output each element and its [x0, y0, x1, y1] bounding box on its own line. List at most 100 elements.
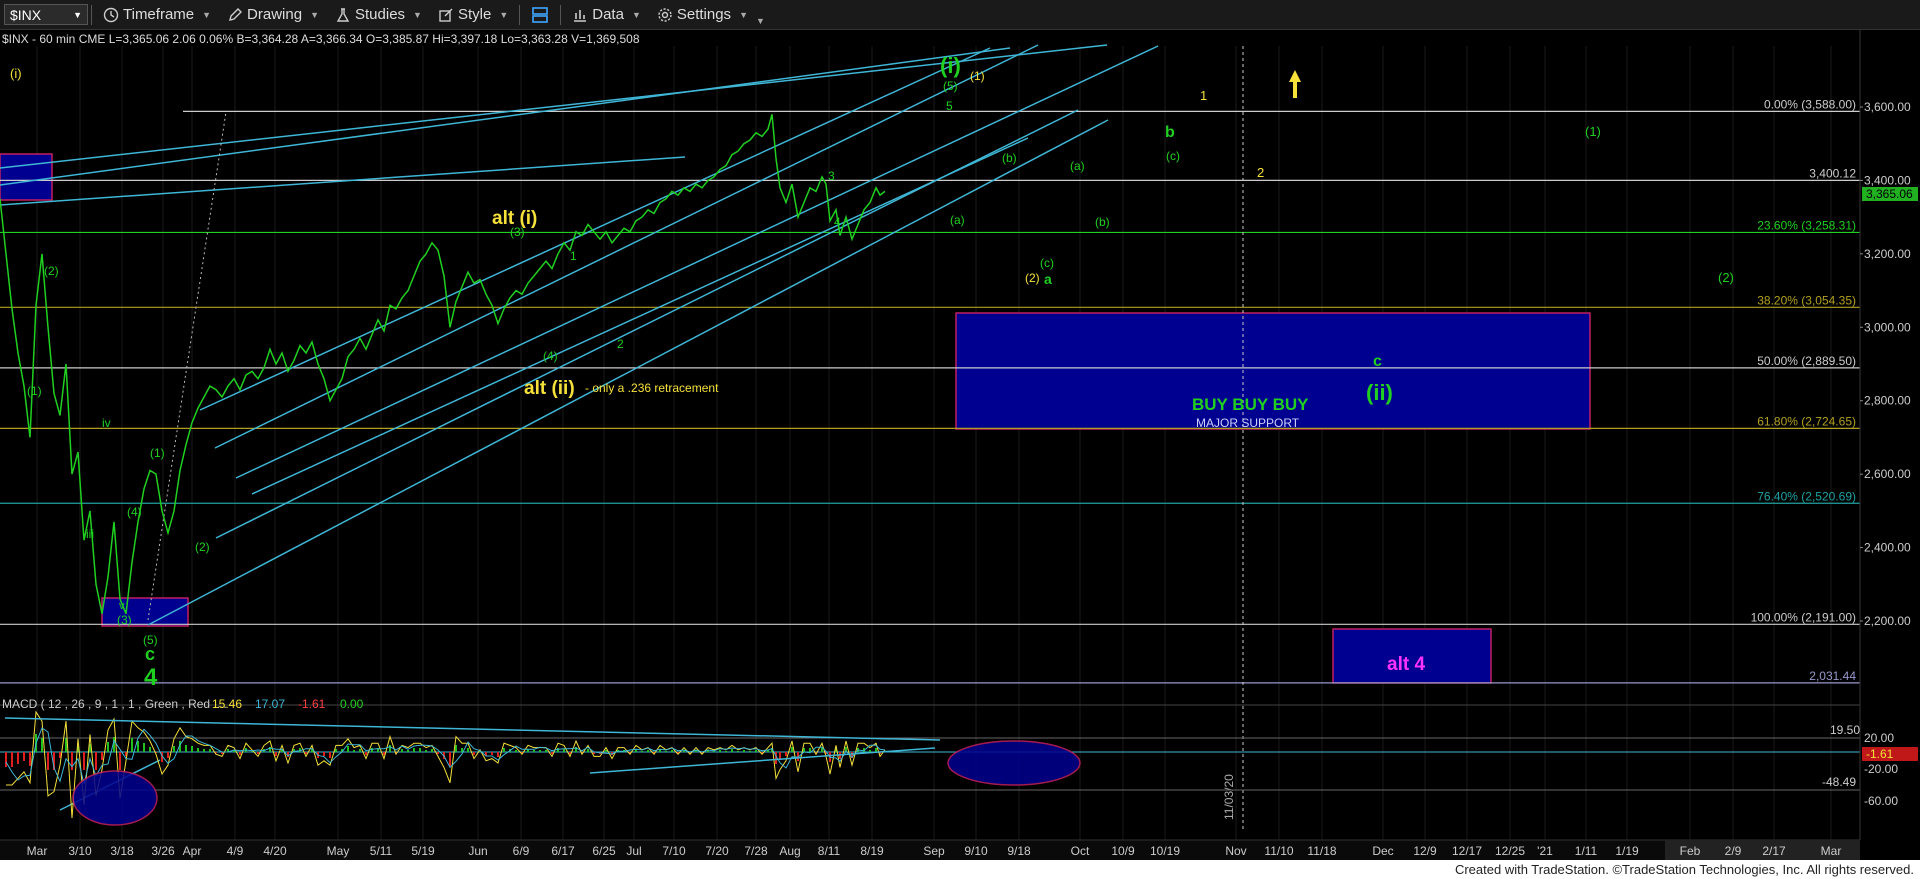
x-tick-label: 2/17 [1762, 844, 1786, 858]
label-alt-ii: alt (ii) [524, 378, 575, 399]
x-tick-label: Mar [1821, 844, 1842, 858]
wave-2-paren: (2) [1025, 271, 1040, 285]
x-tick-label: May [327, 844, 350, 858]
date-marker-label: 11/03/20 [1222, 774, 1236, 820]
wave-2-left: (2) [44, 264, 59, 278]
x-tick-label: 10/9 [1111, 844, 1135, 858]
y-tick-label: 2,400.00 [1864, 541, 1911, 555]
x-tick-label: Aug [779, 844, 800, 858]
level-label: 76.40% (2,520.69) [1757, 489, 1856, 503]
x-tick-label: 11/10 [1264, 844, 1293, 858]
gear-icon [657, 7, 673, 23]
chart-background [0, 30, 1920, 860]
wave-3-left: (3) [117, 613, 132, 627]
x-tick-label: 12/25 [1495, 844, 1525, 858]
wave-1-yellow: 1 [1200, 88, 1207, 103]
svg-text:-1.61: -1.61 [1866, 747, 1894, 761]
timeframe-button[interactable]: Timeframe ▼ [95, 0, 219, 29]
wave-1-top: (1) [970, 69, 985, 83]
level-label: 2,031.44 [1809, 669, 1856, 683]
wave-1-right: (1) [1585, 124, 1601, 139]
wave-1-left: (1) [27, 384, 42, 398]
wave-c-small: (c) [1166, 149, 1180, 163]
caret-icon: ▼ [739, 9, 748, 20]
studies-button[interactable]: Studies ▼ [327, 0, 430, 29]
x-tick-label: 4/9 [227, 844, 244, 858]
svg-text:-48.49: -48.49 [1822, 775, 1856, 789]
label-c: c [1373, 353, 1382, 370]
x-tick-label: 8/11 [818, 844, 841, 858]
label-c-lower: c [145, 644, 155, 664]
caret-icon: ▼ [413, 9, 422, 20]
symbol-selector[interactable]: $INX ▼ [4, 4, 88, 25]
svg-text:-60.00: -60.00 [1864, 794, 1898, 808]
more-caret-icon[interactable]: ▼ [756, 16, 765, 26]
wave-b-lower: (b) [1095, 215, 1110, 229]
drawing-button[interactable]: Drawing ▼ [219, 0, 327, 29]
wave-b-upper: (b) [1002, 151, 1017, 165]
x-tick-label: 5/11 [370, 844, 393, 858]
y-tick-label: 3,000.00 [1864, 320, 1911, 334]
wave-1-left2: (1) [150, 446, 165, 460]
data-button[interactable]: Data ▼ [564, 0, 649, 29]
x-tick-label: 3/18 [110, 844, 134, 858]
clock-icon [103, 7, 119, 23]
wave-iv-left: iv [102, 416, 111, 430]
x-tick-label: 4/20 [263, 844, 287, 858]
x-tick-label: 7/20 [705, 844, 729, 858]
x-tick-label: 9/10 [964, 844, 988, 858]
chart[interactable]: 0.00% (3,588.00) 3,400.12 23.60% (3,258.31… [0, 30, 1920, 860]
flask-icon [335, 7, 351, 23]
last-price-text: 3,365.06 [1866, 187, 1913, 201]
layout-button[interactable] [523, 0, 557, 29]
wave-4-left: (4) [127, 505, 142, 519]
x-tick-label: Oct [1071, 844, 1090, 858]
wave-2-left2: (2) [195, 540, 210, 554]
chevron-down-icon: ▼ [73, 9, 82, 20]
x-tick-label: 3/26 [151, 844, 175, 858]
layout-icon [531, 6, 549, 24]
studies-label: Studies [355, 6, 406, 23]
x-tick-label: 6/17 [551, 844, 575, 858]
x-tick-label: '21 [1537, 844, 1553, 858]
label-b: b [1165, 124, 1175, 141]
level-label: 3,400.12 [1809, 166, 1856, 180]
level-label: 50.00% (2,889.50) [1757, 354, 1856, 368]
symbol-text: $INX [10, 6, 42, 23]
label-wave-i: (i) [940, 53, 961, 78]
y-tick-label: 2,800.00 [1864, 394, 1911, 408]
wave-5-top: (5) [943, 79, 958, 93]
wave-2-right: (2) [1718, 270, 1734, 285]
x-tick-label: 11/18 [1307, 844, 1336, 858]
x-tick-label: 9/18 [1007, 844, 1031, 858]
level-label: 23.60% (3,258.31) [1757, 218, 1856, 232]
level-label: 0.00% (3,588.00) [1764, 97, 1856, 111]
svg-text:20.00: 20.00 [1864, 731, 1894, 745]
y-tick-label: 2,200.00 [1864, 614, 1911, 628]
x-tick-label: 5/19 [411, 844, 435, 858]
wave-5-small: 5 [946, 99, 953, 113]
wave-a-lower: (a) [950, 213, 965, 227]
settings-button[interactable]: Settings ▼ [649, 0, 756, 29]
x-tick-label: 7/28 [744, 844, 768, 858]
label-a: a [1044, 271, 1052, 287]
x-tick-label: Apr [183, 844, 202, 858]
level-label: 38.20% (3,054.35) [1757, 293, 1856, 307]
pencil-icon [227, 7, 243, 23]
style-button[interactable]: Style ▼ [430, 0, 516, 29]
wave-5-left: (5) [143, 633, 158, 647]
level-label: 61.80% (2,724.65) [1757, 414, 1856, 428]
wave-2-yellow: 2 [1257, 165, 1264, 180]
caret-icon: ▼ [202, 9, 212, 20]
caret-icon: ▼ [499, 9, 509, 20]
svg-text:19.50: 19.50 [1830, 723, 1860, 737]
toolbar: $INX ▼ Timeframe ▼ Drawing ▼ Studies ▼ Styl… [0, 0, 1920, 30]
footer: Created with TradeStation. ©TradeStation… [0, 860, 1920, 879]
level-label: 100.00% (2,191.00) [1751, 610, 1856, 624]
caret-icon: ▼ [310, 9, 319, 20]
top-left-zone [0, 153, 53, 201]
x-tick-label: 2/9 [1725, 844, 1742, 858]
x-tick-label: 6/25 [592, 844, 616, 858]
bar-chart-icon [572, 7, 588, 23]
style-icon [438, 7, 454, 23]
